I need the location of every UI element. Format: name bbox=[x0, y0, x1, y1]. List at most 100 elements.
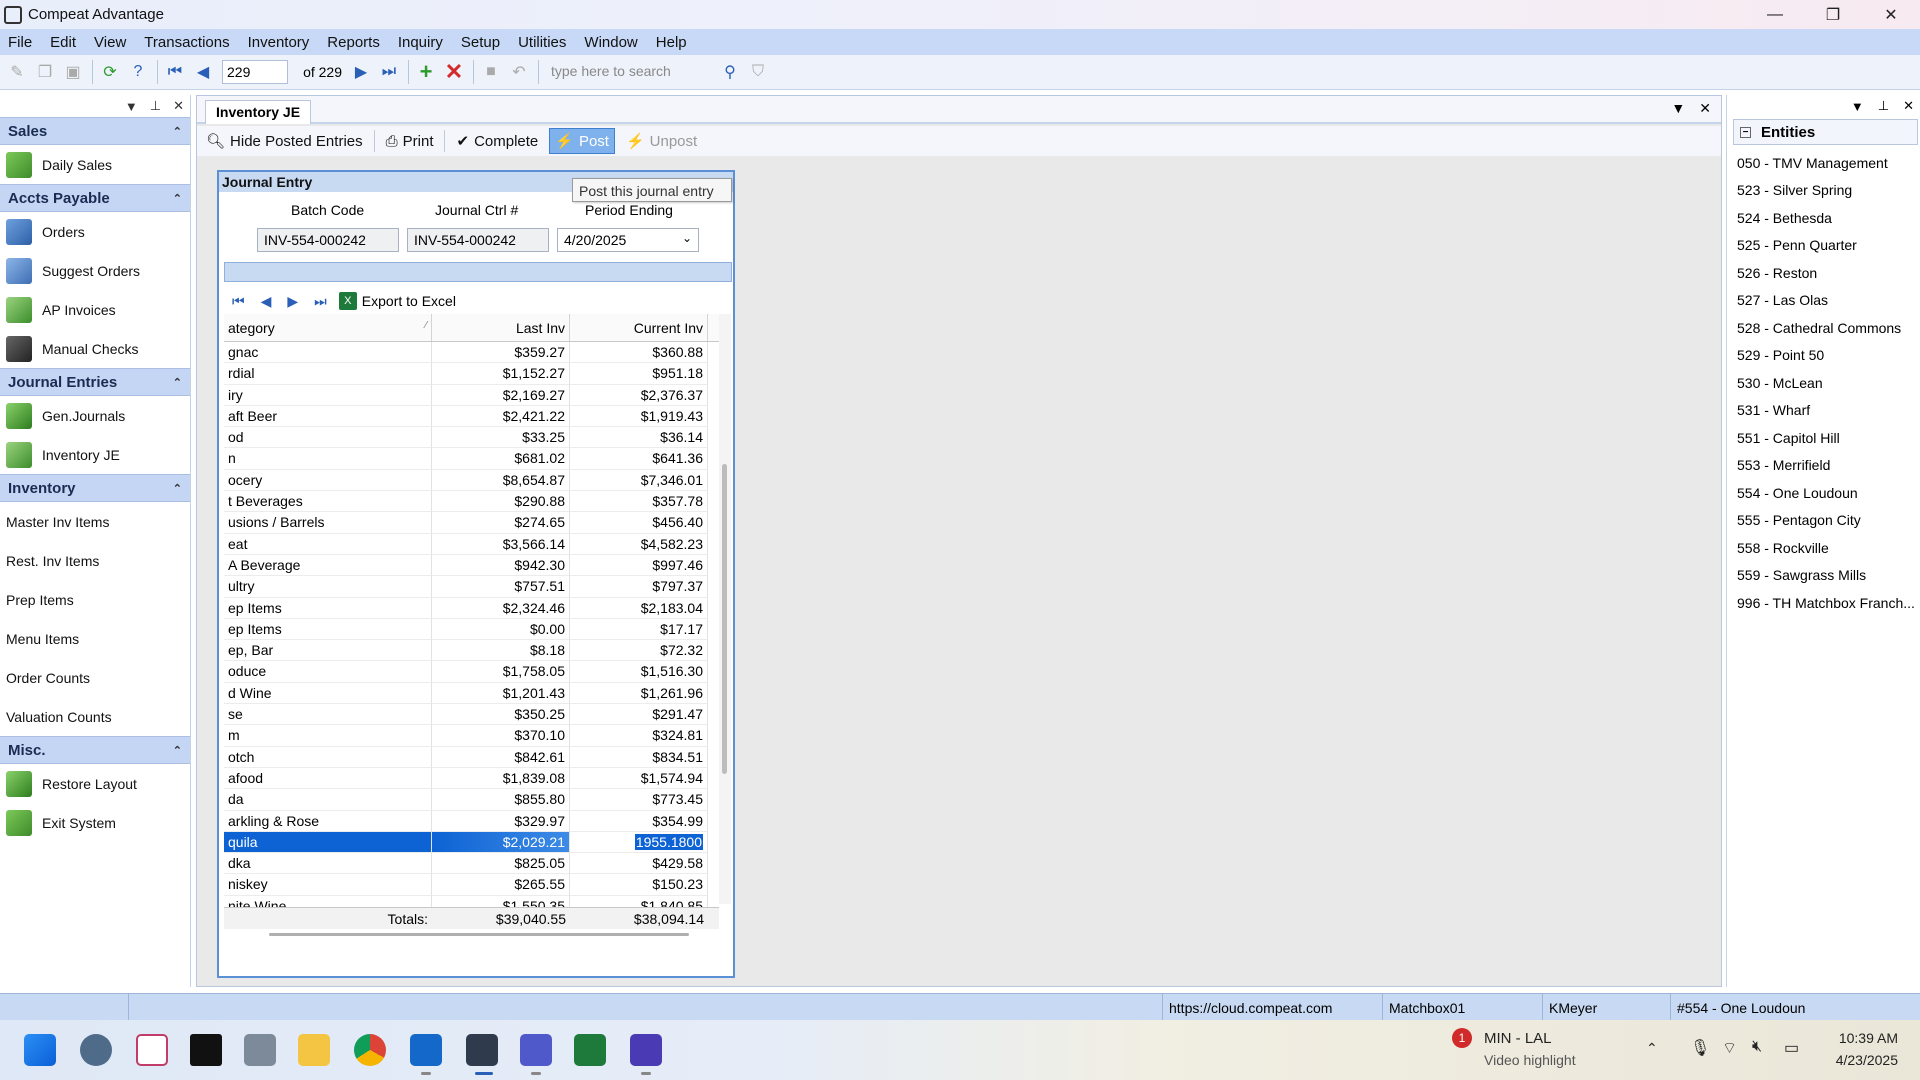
collapse-icon[interactable]: ⌃ bbox=[173, 482, 182, 495]
cell-category[interactable]: otch bbox=[224, 746, 432, 768]
teams-icon[interactable] bbox=[520, 1034, 552, 1066]
table-row[interactable]: dka $825.05 $429.58 bbox=[224, 853, 719, 875]
search-input[interactable]: type here to search bbox=[547, 60, 717, 84]
entity-item[interactable]: 528 - Cathedral Commons bbox=[1727, 314, 1920, 342]
cell-last-inv[interactable]: $359.27 bbox=[432, 342, 570, 364]
cell-current-inv[interactable]: $357.78 bbox=[570, 491, 708, 513]
entity-item[interactable]: 553 - Merrifield bbox=[1727, 452, 1920, 480]
cell-category[interactable]: da bbox=[224, 789, 432, 811]
maximize-button[interactable]: ❐ bbox=[1804, 0, 1862, 29]
entity-item[interactable]: 523 - Silver Spring bbox=[1727, 177, 1920, 205]
unpost-button[interactable]: ⚡ Unpost bbox=[621, 128, 702, 154]
menu-inquiry[interactable]: Inquiry bbox=[398, 34, 443, 51]
menu-reports[interactable]: Reports bbox=[327, 34, 380, 51]
delete-record-icon[interactable]: ✕ bbox=[441, 59, 467, 85]
batch-code-field[interactable]: INV-554-000242 bbox=[257, 228, 399, 252]
next-record-icon[interactable]: ▶ bbox=[348, 59, 374, 85]
section-sales[interactable]: Sales ⌃ bbox=[0, 117, 190, 145]
column-header-last-inv[interactable]: Last Inv bbox=[432, 314, 570, 341]
nav-exit-system[interactable]: Exit System bbox=[0, 803, 190, 842]
cell-category[interactable]: iry bbox=[224, 384, 432, 406]
refresh-icon[interactable]: ⟳ bbox=[97, 59, 123, 85]
entity-item[interactable]: 527 - Las Olas bbox=[1727, 287, 1920, 315]
grid-vertical-scrollbar[interactable] bbox=[719, 314, 731, 904]
cell-category[interactable]: ocery bbox=[224, 469, 432, 492]
cell-category[interactable]: afood bbox=[224, 767, 432, 790]
cell-last-inv[interactable]: $274.65 bbox=[432, 512, 570, 534]
cell-current-inv[interactable]: $360.88 bbox=[570, 342, 708, 364]
table-row[interactable]: afood $1,839.08 $1,574.94 bbox=[224, 767, 719, 790]
menu-edit[interactable]: Edit bbox=[50, 34, 76, 51]
paste-icon[interactable]: ▣ bbox=[60, 59, 86, 85]
cell-last-inv[interactable]: $8,654.87 bbox=[432, 469, 570, 492]
collapse-icon[interactable]: ⌃ bbox=[173, 744, 182, 757]
section-journal-entries[interactable]: Journal Entries ⌃ bbox=[0, 368, 190, 396]
table-row[interactable]: arkling & Rose $329.97 $354.99 bbox=[224, 810, 719, 832]
menu-setup[interactable]: Setup bbox=[461, 34, 500, 51]
hide-posted-entries-button[interactable]: 🔍︎ Hide Posted Entries bbox=[201, 128, 368, 154]
entity-item[interactable]: 529 - Point 50 bbox=[1727, 342, 1920, 370]
section-inventory[interactable]: Inventory ⌃ bbox=[0, 474, 190, 502]
table-row[interactable]: iry $2,169.27 $2,376.37 bbox=[224, 384, 719, 406]
cell-current-inv[interactable]: $456.40 bbox=[570, 512, 708, 534]
table-row[interactable]: se $350.25 $291.47 bbox=[224, 704, 719, 726]
nav-orders[interactable]: Orders bbox=[0, 212, 190, 251]
export-to-excel-button[interactable]: X Export to Excel bbox=[338, 292, 456, 310]
collapse-icon[interactable]: ⌃ bbox=[173, 376, 182, 389]
battery-icon[interactable]: ▭ bbox=[1784, 1038, 1799, 1058]
wifi-icon[interactable]: ⌔ bbox=[1722, 1038, 1737, 1058]
entity-item[interactable]: 551 - Capitol Hill bbox=[1727, 424, 1920, 452]
pane-pin-icon[interactable]: ⊥ bbox=[150, 98, 161, 114]
excel-taskbar-icon[interactable] bbox=[574, 1034, 606, 1066]
nav-restore-layout[interactable]: Restore Layout bbox=[0, 764, 190, 803]
tab-close-icon[interactable]: ✕ bbox=[1699, 100, 1711, 117]
print-button[interactable]: ⎙ Print bbox=[381, 128, 439, 154]
collapse-tree-icon[interactable]: − bbox=[1740, 126, 1751, 138]
table-row[interactable]: gnac $359.27 $360.88 bbox=[224, 342, 719, 364]
calculator-icon[interactable] bbox=[244, 1034, 276, 1066]
chrome-icon[interactable] bbox=[354, 1034, 386, 1066]
entity-item[interactable]: 559 - Sawgrass Mills bbox=[1727, 562, 1920, 590]
period-ending-field[interactable]: 4/20/2025 ⌄ bbox=[557, 228, 699, 252]
cell-category[interactable]: ep, Bar bbox=[224, 640, 432, 662]
tab-dropdown-icon[interactable]: ▼ bbox=[1671, 100, 1685, 117]
cell-current-inv[interactable]: $150.23 bbox=[570, 874, 708, 896]
notification-title[interactable]: MIN - LAL bbox=[1484, 1030, 1552, 1047]
cell-category[interactable]: A Beverage bbox=[224, 554, 432, 577]
cell-last-inv[interactable]: $1,758.05 bbox=[432, 661, 570, 683]
pane-close-icon[interactable]: ✕ bbox=[173, 98, 184, 114]
close-button[interactable]: ✕ bbox=[1862, 0, 1920, 29]
menu-help[interactable]: Help bbox=[656, 34, 687, 51]
entities-pin-icon[interactable]: ⊥ bbox=[1878, 98, 1889, 114]
cell-last-inv[interactable]: $855.80 bbox=[432, 789, 570, 811]
table-row[interactable]: od $33.25 $36.14 bbox=[224, 427, 719, 449]
clock-time[interactable]: 10:39 AM bbox=[1828, 1030, 1898, 1046]
entity-item[interactable]: 531 - Wharf bbox=[1727, 397, 1920, 425]
record-number-input[interactable]: 229 bbox=[222, 60, 288, 84]
cell-current-inv[interactable]: $1,261.96 bbox=[570, 682, 708, 705]
cell-current-inv[interactable]: $36.14 bbox=[570, 427, 708, 449]
cell-current-inv[interactable]: $4,582.23 bbox=[570, 533, 708, 555]
nav-ap-invoices[interactable]: AP Invoices bbox=[0, 290, 190, 329]
journal-ctrl-field[interactable]: INV-554-000242 bbox=[407, 228, 549, 252]
cell-last-inv[interactable]: $1,839.08 bbox=[432, 767, 570, 790]
cell-last-inv[interactable]: $2,421.22 bbox=[432, 405, 570, 428]
cell-last-inv[interactable]: $1,201.43 bbox=[432, 682, 570, 705]
collapse-icon[interactable]: ⌃ bbox=[173, 192, 182, 205]
table-row[interactable]: eat $3,566.14 $4,582.23 bbox=[224, 533, 719, 555]
table-row[interactable]: oduce $1,758.05 $1,516.30 bbox=[224, 661, 719, 683]
microphone-icon[interactable]: 🎙︎ bbox=[1690, 1038, 1710, 1058]
table-row[interactable]: niskey $265.55 $150.23 bbox=[224, 874, 719, 896]
table-row[interactable]: t Beverages $290.88 $357.78 bbox=[224, 491, 719, 513]
menu-inventory[interactable]: Inventory bbox=[248, 34, 310, 51]
cell-current-inv[interactable]: $997.46 bbox=[570, 554, 708, 577]
nav-menu-items[interactable]: Menu Items bbox=[0, 619, 190, 658]
entity-item[interactable]: 554 - One Loudoun bbox=[1727, 479, 1920, 507]
cell-category[interactable]: dka bbox=[224, 853, 432, 875]
cell-last-inv[interactable]: $329.97 bbox=[432, 810, 570, 832]
entities-header[interactable]: − Entities bbox=[1733, 119, 1918, 145]
cell-last-inv[interactable]: $757.51 bbox=[432, 576, 570, 598]
chevron-down-icon[interactable]: ⌄ bbox=[682, 231, 692, 245]
cell-last-inv[interactable]: $2,324.46 bbox=[432, 597, 570, 619]
cell-last-inv[interactable]: $681.02 bbox=[432, 448, 570, 470]
